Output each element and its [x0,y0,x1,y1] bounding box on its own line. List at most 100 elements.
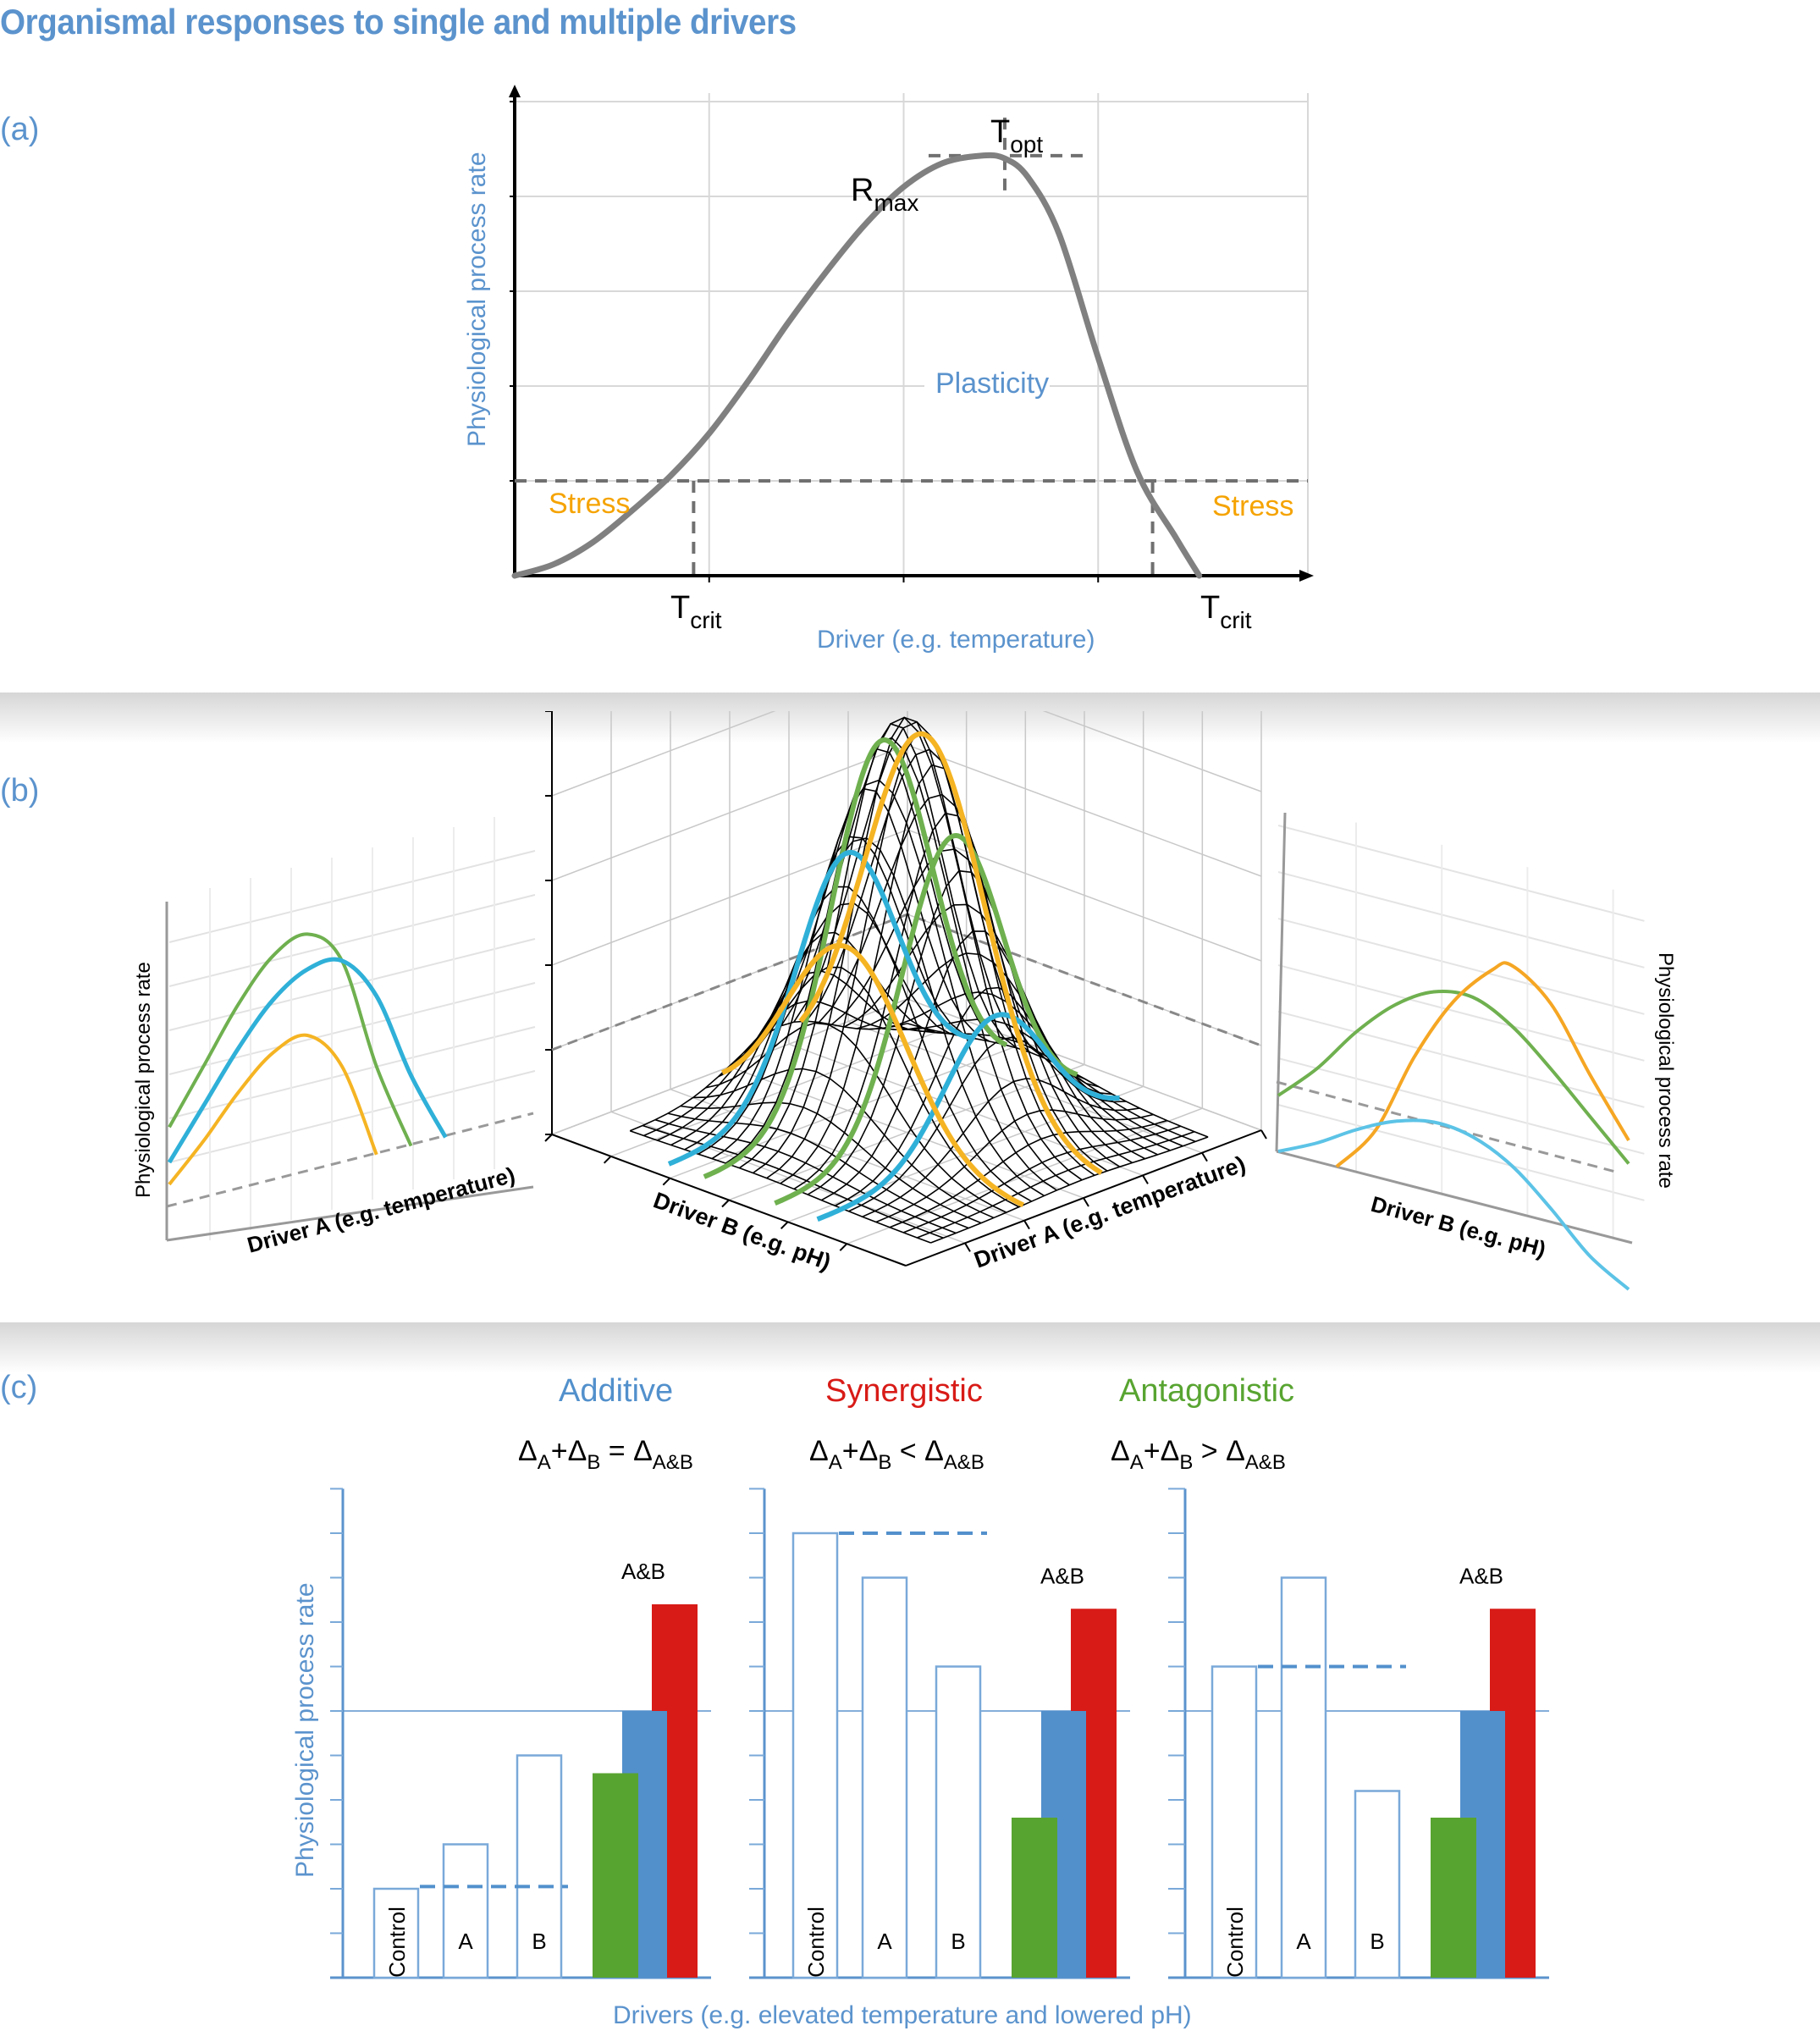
panel-a-xlabel: Driver (e.g. temperature) [817,626,1095,654]
panel-b-charts: Physiological process rate Driver A (e.g… [132,711,1677,1291]
equation-part: B [1179,1451,1193,1474]
equation-part: Δ [859,1435,879,1467]
bar-label-ab: A&B [621,1559,665,1584]
equation-part: B [587,1451,600,1474]
b-tick [780,1221,789,1230]
grid-line [168,894,536,987]
bar-a [861,1576,908,1979]
equation-part: A [538,1451,551,1474]
bar-label-control: Control [1222,1907,1248,1978]
plasticity-label: Plasticity [935,367,1049,400]
equation-additive: ΔA+ΔB = ΔA&B [518,1435,693,1474]
wall-grid-line [551,829,1262,966]
wall-grid-line [551,744,1262,881]
panel-c-charts: Additive Synergistic Antagonistic ΔA+ΔB … [291,1373,1549,2029]
equation-part: B [878,1451,891,1474]
tcrit-low-label: Tcrit [670,590,722,633]
equation-part: A [829,1451,842,1474]
right-ylabel: Physiological process rate [1654,952,1677,1189]
b-tick [603,1156,612,1164]
panel-c-ylabel: Physiological process rate [291,1582,319,1878]
bar-label-a: A [1296,1929,1311,1954]
bar-label-ab: A&B [1459,1563,1503,1588]
b-tick [662,1177,671,1186]
rmax-label: Rmax [851,173,918,216]
bar-label-b: B [951,1929,965,1954]
equation-part: Δ [924,1435,944,1467]
bar-chart-antagonistic: Control A B A&B [1168,1487,1549,1979]
bar-label-control: Control [384,1907,410,1978]
bar-ab-antagonistic [1431,1818,1476,1978]
b-tick [721,1199,730,1208]
bar-label-b: B [1370,1929,1384,1954]
stress-left-label: Stress [549,488,630,520]
bar-a [442,1843,489,1979]
bar-chart-additive: Control A B A&B [330,1487,711,1979]
right-grid [1277,822,1645,1239]
title-additive: Additive [559,1373,673,1409]
left-ylabel: Physiological process rate [132,962,155,1198]
equation-part: Δ [633,1435,653,1467]
bar-chart-synergistic: Control A B A&B [749,1487,1130,1979]
equation-part: + [842,1435,859,1467]
equation-part: + [1144,1435,1161,1467]
panel-b-right-chart: Driver B (e.g. pH) Physiological process… [1275,812,1677,1291]
equation-text: ΔA+ΔB < ΔA&B [809,1435,984,1474]
equation-synergistic: ΔA+ΔB < ΔA&B [809,1435,984,1474]
equation-part: Δ [1111,1435,1130,1467]
mesh-line [907,1023,1209,1138]
equation-part: Δ [568,1435,587,1467]
equation-text: ΔA+ΔB > ΔA&B [1111,1435,1286,1474]
mesh-line [692,1068,995,1219]
panel-b-center-surface: Driver B (e.g. pH) Driver A (e.g. temper… [544,711,1267,1275]
equation-part: A [1130,1451,1144,1474]
topt-label: Topt [990,114,1043,157]
right-xlabel: Driver B (e.g. pH) [1368,1191,1548,1262]
equation-part: Δ [809,1435,829,1467]
right-curve-blue [1277,1118,1630,1291]
grid-line [1277,871,1645,969]
title-synergistic: Synergistic [825,1373,983,1409]
bar-label-a: A [458,1929,473,1954]
equation-part: A&B [653,1451,693,1474]
tcrit-high-label: Tcrit [1200,590,1252,633]
wall-grid-line [551,998,1262,1135]
panel-a-ylabel: Physiological process rate [463,152,491,447]
bar-label-b: B [532,1929,546,1954]
grid-line [1277,825,1645,922]
equation-part: Δ [1226,1435,1245,1467]
x-axis-arrow [1299,570,1314,582]
a-tick [1260,1129,1267,1140]
equation-part: A&B [1245,1451,1286,1474]
equation-part: Δ [1161,1435,1180,1467]
bar-label-a: A [877,1929,892,1954]
equation-antagonistic: ΔA+ΔB > ΔA&B [1111,1435,1286,1474]
panel-a-chart: Topt Rmax Tcrit Tcrit Plasticity Stress … [463,85,1314,654]
equation-part: + [551,1435,568,1467]
bar-a [1280,1576,1327,1979]
center-xlabel-a: Driver A (e.g. temperature) [971,1151,1249,1273]
bar-label-control: Control [803,1907,829,1978]
a-tick [1201,1152,1208,1162]
a-tick [1142,1174,1149,1184]
grid-line [1277,1011,1645,1108]
b-tick [544,1134,553,1142]
center-xlabel-b: Driver B (e.g. pH) [650,1187,835,1275]
floor-grid-line [670,1041,1026,1179]
equation-part: < [891,1435,924,1467]
a-tick [1083,1197,1089,1207]
equation-part: = [600,1435,633,1467]
equation-text: ΔA+ΔB = ΔA&B [518,1435,693,1474]
a-tick [964,1242,971,1252]
panel-c-xlabel: Drivers (e.g. elevated temperature and l… [613,2001,1192,2029]
grid-line [1277,964,1645,1062]
bar-ab-antagonistic [593,1773,638,1978]
bar-label-ab: A&B [1040,1563,1084,1588]
grid-line [1277,918,1645,1015]
y-axis-arrow [509,85,521,97]
right-y-axis [1275,812,1287,1152]
stress-right-label: Stress [1212,490,1293,522]
b-tick [839,1243,848,1251]
panel-b-left-chart: Physiological process rate Driver A (e.g… [132,817,536,1258]
grid-line [1277,1104,1645,1201]
